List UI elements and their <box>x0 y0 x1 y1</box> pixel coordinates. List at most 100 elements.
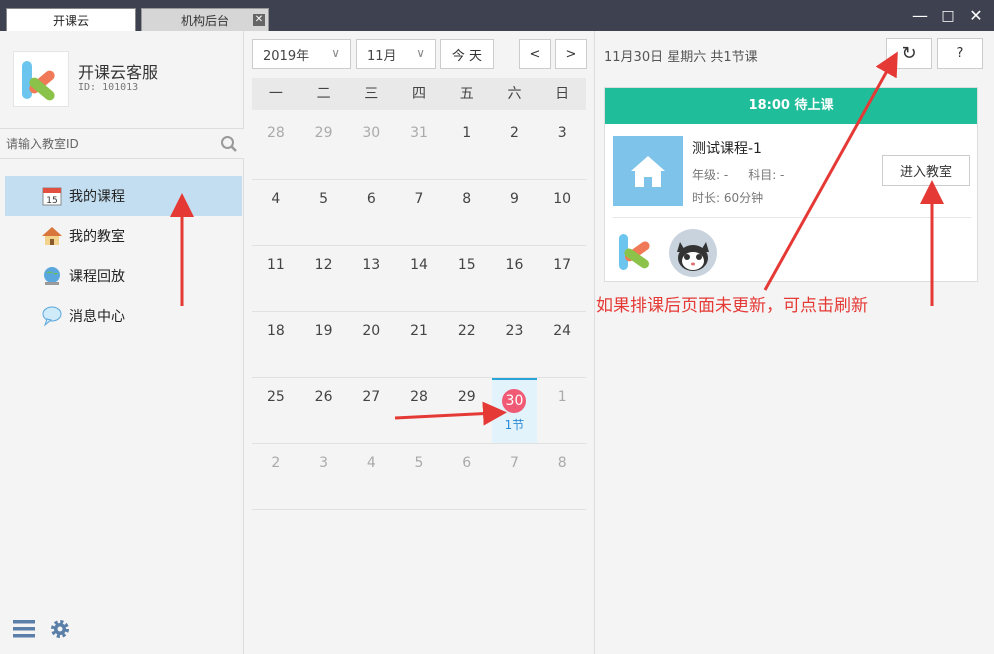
detail-panel: 11月30日 星期六 共1节课 ↻ ? 18:00 待上课 测试课程-1 年级:… <box>594 31 994 654</box>
calendar-day[interactable]: 2 <box>253 444 299 509</box>
weekday-label: 二 <box>316 86 331 102</box>
calendar-day[interactable]: 4 <box>253 180 299 245</box>
weekday-label: 五 <box>459 86 474 102</box>
gear-icon[interactable] <box>48 617 72 641</box>
calendar-day[interactable]: 17 <box>539 246 585 311</box>
calendar-day-today[interactable]: 30 1节 <box>491 378 538 443</box>
calendar-day[interactable]: 11 <box>253 246 299 311</box>
today-button[interactable]: 今 天 <box>440 39 494 69</box>
calendar-day[interactable]: 23 <box>492 312 538 377</box>
sidebar-item-label: 课程回放 <box>69 269 125 285</box>
search-bar <box>0 128 244 159</box>
sidebar-item-label: 我的课程 <box>69 189 125 205</box>
calendar-week-row: 11 12 13 14 15 16 17 <box>252 246 586 312</box>
close-button[interactable]: ✕ <box>965 6 987 26</box>
calendar-day[interactable]: 30 <box>348 114 394 179</box>
year-value: 2019年 <box>263 48 310 64</box>
tab-close-icon[interactable]: ✕ <box>253 14 265 26</box>
calendar-day[interactable]: 26 <box>301 378 347 443</box>
chevron-down-icon: ∨ <box>416 46 425 60</box>
sidebar-nav: 15 我的课程 我的教室 课程回放 消息中心 <box>5 176 242 336</box>
calendar-day[interactable]: 28 <box>253 114 299 179</box>
course-grade: 年级: - <box>692 168 729 182</box>
calendar-day[interactable]: 29 <box>444 378 490 443</box>
selected-date-summary: 11月30日 星期六 共1节课 <box>604 50 758 65</box>
weekday-label: 六 <box>507 86 522 102</box>
month-select[interactable]: 11月 ∨ <box>356 39 436 69</box>
refresh-button[interactable]: ↻ <box>886 38 932 69</box>
calendar-day[interactable]: 13 <box>348 246 394 311</box>
calendar-day[interactable]: 21 <box>396 312 442 377</box>
sidebar-item-messages[interactable]: 消息中心 <box>5 296 242 336</box>
calendar-day[interactable]: 9 <box>492 180 538 245</box>
weekday-header: 一二三四五六日 <box>252 78 586 110</box>
calendar-day[interactable]: 1 <box>539 378 585 443</box>
calendar-day[interactable]: 6 <box>348 180 394 245</box>
app-logo <box>13 51 69 107</box>
calendar-day[interactable]: 28 <box>396 378 442 443</box>
help-button[interactable]: ? <box>937 38 983 69</box>
calendar-day[interactable]: 5 <box>396 444 442 509</box>
sidebar-item-replay[interactable]: 课程回放 <box>5 256 242 296</box>
sidebar-item-label: 消息中心 <box>69 309 125 325</box>
calendar-day[interactable]: 5 <box>301 180 347 245</box>
next-month-button[interactable]: > <box>555 39 587 69</box>
calendar-day[interactable]: 4 <box>348 444 394 509</box>
calendar-day[interactable]: 29 <box>301 114 347 179</box>
calendar-day[interactable]: 7 <box>492 444 538 509</box>
tab-admin[interactable]: 机构后台 ✕ <box>141 8 269 31</box>
course-thumbnail <box>613 136 683 206</box>
sidebar-item-my-classrooms[interactable]: 我的教室 <box>5 216 242 256</box>
weekday-label: 日 <box>555 86 570 102</box>
app-window: 开课云 机构后台 ✕ — □ ✕ 开课云客服 ID: 101013 15 我的课… <box>0 0 994 654</box>
course-duration: 时长: 60分钟 <box>692 191 764 205</box>
sidebar-item-my-courses[interactable]: 15 我的课程 <box>5 176 242 216</box>
prev-month-button[interactable]: < <box>519 39 551 69</box>
tab-kaikeyun[interactable]: 开课云 <box>6 8 136 31</box>
calendar-day[interactable]: 8 <box>539 444 585 509</box>
minimize-button[interactable]: — <box>909 6 931 26</box>
calendar-day[interactable]: 1 <box>444 114 490 179</box>
calendar-icon: 15 <box>42 187 62 206</box>
house-icon <box>42 227 62 245</box>
search-icon[interactable] <box>220 135 238 153</box>
course-time-status: 18:00 待上课 <box>605 88 977 124</box>
calendar-day[interactable]: 8 <box>444 180 490 245</box>
calendar-day[interactable]: 3 <box>301 444 347 509</box>
weekday-label: 三 <box>364 86 379 102</box>
menu-icon[interactable] <box>12 617 36 641</box>
calendar-day[interactable]: 3 <box>539 114 585 179</box>
maximize-button[interactable]: □ <box>937 6 959 26</box>
lesson-count: 1节 <box>504 418 525 432</box>
enter-classroom-button[interactable]: 进入教室 <box>882 155 970 186</box>
refresh-hint-annotation: 如果排课后页面未更新，可点击刷新 <box>596 296 868 316</box>
classroom-id-input[interactable] <box>6 135 206 153</box>
calendar-day[interactable]: 7 <box>396 180 442 245</box>
calendar-day[interactable]: 15 <box>444 246 490 311</box>
calendar-day[interactable]: 22 <box>444 312 490 377</box>
calendar-day[interactable]: 12 <box>301 246 347 311</box>
calendar-day[interactable]: 25 <box>253 378 299 443</box>
globe-icon <box>44 267 60 285</box>
calendar-day[interactable]: 24 <box>539 312 585 377</box>
year-select[interactable]: 2019年 ∨ <box>252 39 351 69</box>
calendar-day[interactable]: 10 <box>539 180 585 245</box>
speech-bubble-icon <box>42 306 62 327</box>
calendar-day[interactable]: 2 <box>492 114 538 179</box>
divider <box>613 217 971 218</box>
chevron-down-icon: ∨ <box>331 46 340 60</box>
calendar-panel: 2019年 ∨ 11月 ∨ 今 天 < > 一二三四五六日 28 29 30 31 1 2 3 4… <box>244 31 594 654</box>
calendar-week-row: 4 5 6 7 8 9 10 <box>252 180 586 246</box>
calendar-day[interactable]: 18 <box>253 312 299 377</box>
app-name: 开课云客服 <box>78 63 159 82</box>
calendar-day[interactable]: 31 <box>396 114 442 179</box>
calendar-day[interactable]: 16 <box>492 246 538 311</box>
calendar-day[interactable]: 6 <box>444 444 490 509</box>
course-meta: 年级: - 科目: - <box>692 166 804 183</box>
course-title: 测试课程-1 <box>692 141 762 157</box>
calendar-day[interactable]: 19 <box>301 312 347 377</box>
calendar-week-row: 18 19 20 21 22 23 24 <box>252 312 586 378</box>
calendar-day[interactable]: 14 <box>396 246 442 311</box>
calendar-day[interactable]: 20 <box>348 312 394 377</box>
calendar-day[interactable]: 27 <box>348 378 394 443</box>
